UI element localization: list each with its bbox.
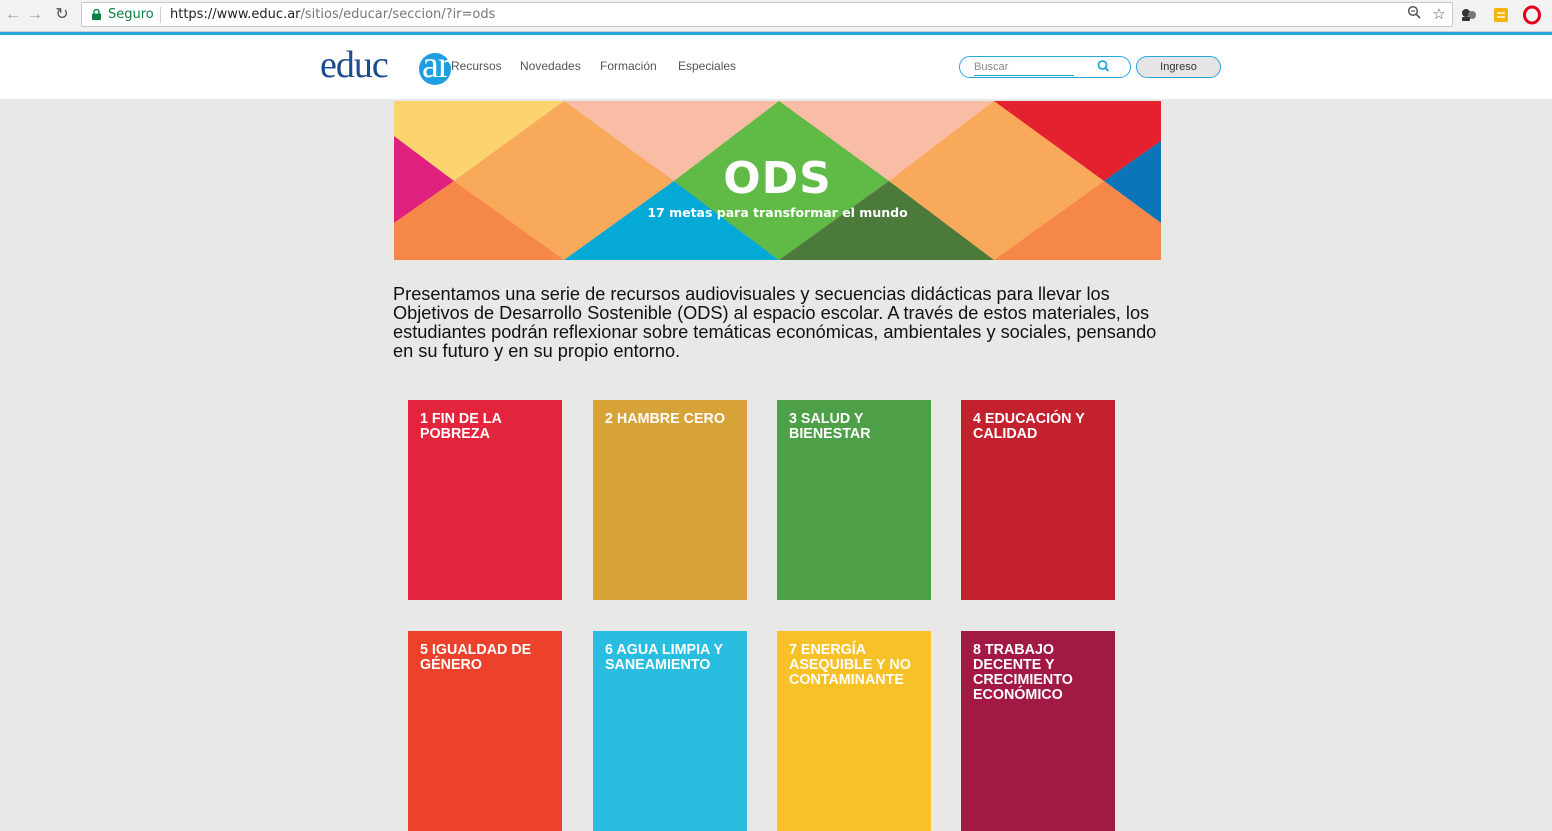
goal-card-label: 1 FIN DE LA POBREZA [420,411,502,442]
goal-card-label: 2 HAMBRE CERO [605,411,725,427]
lock-icon [92,9,101,20]
ods-banner: ODS 17 metas para transformar el mundo [394,101,1161,260]
search-underline [974,75,1074,76]
reload-icon[interactable]: ↻ [51,4,73,26]
goal-card-label: 5 IGUALDAD DE GÉNERO [420,642,532,673]
goal-card-2[interactable]: 2 HAMBRE CERO [593,400,747,600]
url-text: https://www.educ.ar/sitios/educar/seccio… [170,3,495,26]
nav-especiales[interactable]: Especiales [678,59,736,73]
search-input[interactable] [974,59,1074,75]
forward-arrow-icon[interactable]: → [24,4,46,26]
goal-card-label: 7 ENERGÍA ASEQUIBLE Y NO CONTAMINANTE [789,642,911,688]
nav-formacion[interactable]: Formación [600,59,657,73]
extension-notes-icon[interactable] [1491,5,1511,25]
back-arrow-icon[interactable]: ← [2,4,24,26]
search-box [959,56,1131,78]
login-button[interactable]: Ingreso [1136,56,1221,78]
nav-recursos[interactable]: Recursos [451,59,502,73]
goal-card-6[interactable]: 6 AGUA LIMPIA Y SANEAMIENTO [593,631,747,831]
zoom-icon[interactable] [1404,5,1424,25]
goal-card-3[interactable]: 3 SALUD Y BIENESTAR [777,400,931,600]
nav-novedades[interactable]: Novedades [520,59,581,73]
banner-title: ODS [723,153,832,204]
search-icon[interactable] [1095,58,1113,76]
opera-icon[interactable] [1522,5,1542,25]
url-separator [160,7,161,23]
goal-card-7[interactable]: 7 ENERGÍA ASEQUIBLE Y NO CONTAMINANTE [777,631,931,831]
goal-card-label: 8 TRABAJO DECENTE Y CRECIMIENTO ECONÓMIC… [973,642,1073,703]
logo-text: educ [320,44,389,86]
goal-card-label: 3 SALUD Y BIENESTAR [789,411,871,442]
browser-toolbar: ← → ↻ Seguro https://www.educ.ar/sitios/… [0,0,1552,32]
goal-card-4[interactable]: 4 EDUCACIÓN Y CALIDAD [961,400,1115,600]
educar-logo[interactable]: educ ar [320,43,451,87]
extension-pawns-icon[interactable] [1459,5,1479,25]
site-header: educ ar Recursos Novedades Formación Espe… [0,35,1552,99]
url-path: /sitios/educar/seccion/?ir=ods [300,7,496,22]
logo-accent-text: ar [422,44,451,86]
bookmark-star-icon[interactable]: ☆ [1429,5,1449,25]
goal-card-1[interactable]: 1 FIN DE LA POBREZA [408,400,562,600]
intro-paragraph: Presentamos una serie de recursos audiov… [393,284,1157,361]
banner-subtitle: 17 metas para transformar el mundo [647,205,908,220]
goal-card-label: 6 AGUA LIMPIA Y SANEAMIENTO [605,642,723,673]
goal-card-5[interactable]: 5 IGUALDAD DE GÉNERO [408,631,562,831]
url-host: https://www.educ.ar [170,7,301,22]
goal-card-8[interactable]: 8 TRABAJO DECENTE Y CRECIMIENTO ECONÓMIC… [961,631,1115,831]
goal-card-label: 4 EDUCACIÓN Y CALIDAD [973,411,1085,442]
address-bar[interactable]: Seguro https://www.educ.ar/sitios/educar… [81,2,1453,27]
secure-label: Seguro [108,7,154,22]
